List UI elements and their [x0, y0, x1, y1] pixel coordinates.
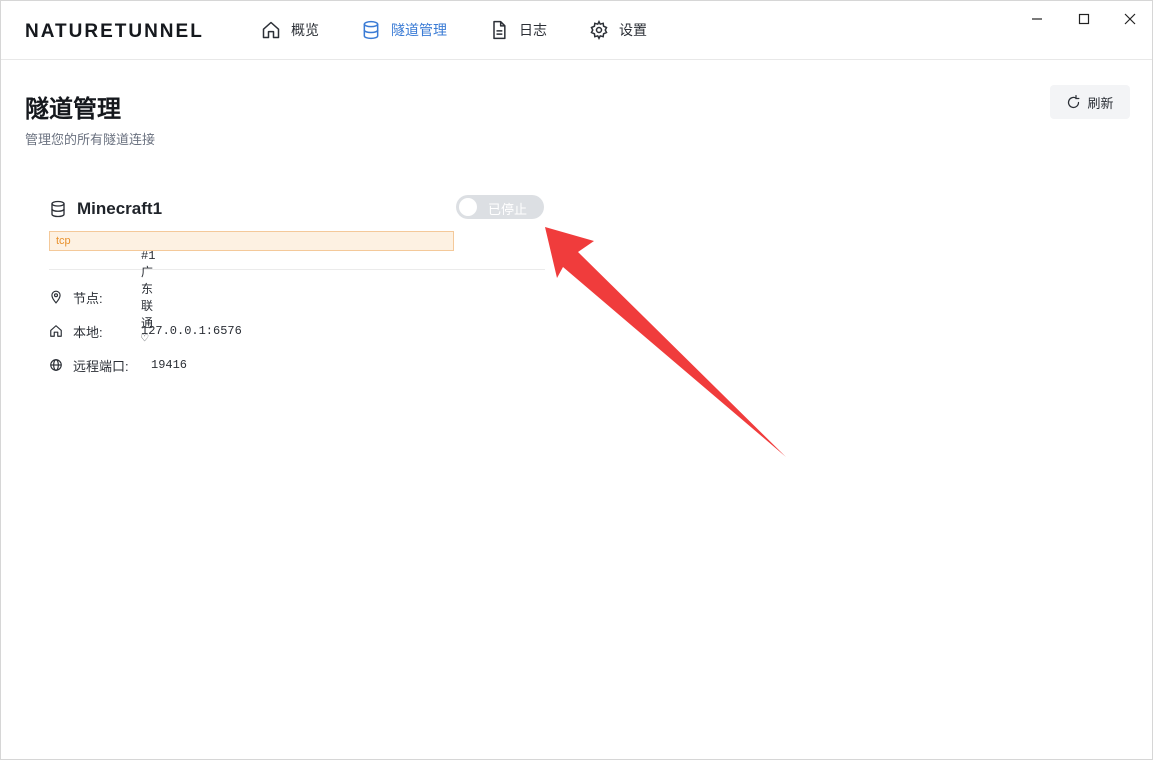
page-title: 隧道管理: [25, 96, 121, 123]
annotation-arrow-shape: [545, 227, 786, 457]
tunnel-status-label: 已停止: [488, 202, 528, 217]
nav-overview-label: 概览: [291, 22, 319, 38]
node-label: 节点:: [73, 290, 103, 306]
close-button[interactable]: [1118, 9, 1142, 29]
refresh-button[interactable]: 刷新: [1050, 85, 1130, 119]
local-row: 本地: 127.0.0.1:6576: [49, 321, 242, 341]
location-pin-icon: [51, 290, 61, 304]
nav-tunnels-label: 隧道管理: [391, 22, 447, 38]
nav-tunnels[interactable]: 隧道管理: [361, 18, 447, 42]
card-divider: [49, 269, 545, 270]
nav-logs[interactable]: 日志: [489, 18, 547, 42]
tunnel-status-toggle[interactable]: 已停止: [456, 195, 544, 219]
page-subtitle: 管理您的所有隧道连接: [25, 132, 156, 147]
minimize-icon: [1032, 18, 1042, 20]
file-icon: [493, 20, 506, 40]
tunnel-title: Minecraft1: [49, 199, 162, 219]
nav-overview[interactable]: 概览: [261, 18, 319, 42]
maximize-button[interactable]: [1072, 9, 1096, 29]
app-window: NATURETUNNEL 概览 隧道管理 日志 设置 隧道管理 管理您的所有隧道…: [0, 0, 1153, 760]
tunnel-card: Minecraft1 已停止 tcp 节点: #1 广东联通 ♡ 本地: 127…: [49, 191, 545, 391]
local-label: 本地:: [73, 324, 103, 340]
local-value: 127.0.0.1:6576: [141, 324, 242, 338]
remote-value: 19416: [151, 358, 188, 372]
refresh-icon: [1068, 94, 1080, 108]
remote-label: 远程端口:: [73, 358, 129, 374]
database-icon: [51, 200, 65, 218]
globe-icon: [50, 359, 62, 371]
minimize-button[interactable]: [1025, 9, 1049, 29]
database-icon: [363, 20, 379, 40]
node-row: 节点: #1 广东联通 ♡: [49, 249, 155, 346]
nav-settings-label: 设置: [619, 22, 647, 38]
toggle-knob: [459, 198, 477, 216]
home-icon: [50, 325, 62, 337]
gear-icon: [590, 20, 608, 40]
nav-logs-label: 日志: [519, 22, 547, 38]
refresh-label: 刷新: [1087, 95, 1114, 111]
protocol-tag: tcp: [49, 231, 454, 251]
app-brand: NATURETUNNEL: [25, 21, 204, 42]
nav-settings[interactable]: 设置: [589, 18, 647, 42]
home-icon: [262, 21, 280, 39]
top-bar: NATURETUNNEL 概览 隧道管理 日志 设置: [1, 1, 1152, 60]
close-icon: [1124, 13, 1136, 25]
tunnel-name: Minecraft1: [77, 199, 163, 218]
maximize-icon: [1078, 13, 1090, 25]
remote-row: 远程端口: 19416: [49, 355, 187, 375]
